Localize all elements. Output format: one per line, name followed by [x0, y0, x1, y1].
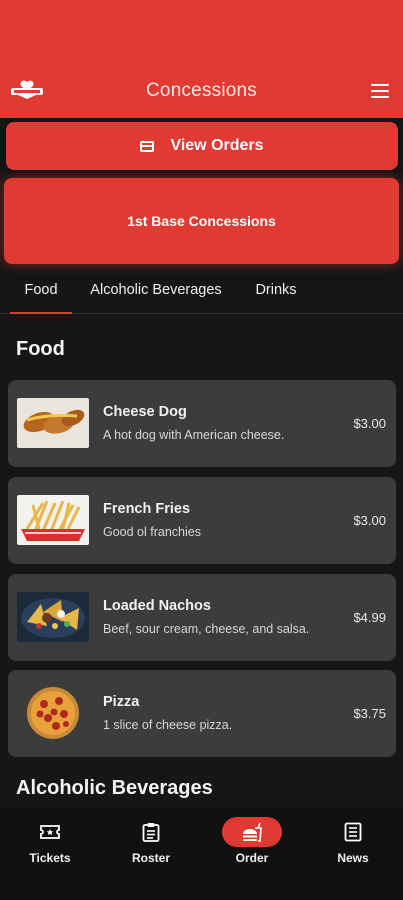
fastfood-icon: [222, 817, 282, 847]
nav-label: Roster: [131, 851, 170, 865]
newspaper-icon: [323, 817, 383, 847]
item-name: Pizza: [103, 694, 140, 710]
nav-label: Order: [235, 851, 269, 865]
item-description: 1 slice of cheese pizza.: [103, 718, 233, 732]
french-fries-image: [17, 495, 89, 545]
item-description: Beef, sour cream, cheese, and salsa.: [103, 622, 310, 636]
nav-label: Tickets: [29, 851, 71, 865]
menu-item-french-fries[interactable]: French Fries Good ol franchies $3.00: [8, 477, 396, 564]
view-orders-button[interactable]: View Orders: [6, 122, 398, 170]
nav-tickets[interactable]: Tickets: [0, 808, 100, 900]
view-orders-label: View Orders: [170, 137, 264, 154]
loaded-nachos-image: [17, 592, 89, 642]
item-description: A hot dog with American cheese.: [103, 428, 285, 442]
menu-item-cheese-dog[interactable]: Cheese Dog A hot dog with American chees…: [8, 380, 396, 467]
category-tabs: Food Alcoholic Beverages Drinks: [0, 270, 403, 314]
hamburger-menu-icon[interactable]: [371, 84, 389, 98]
page-title: Concessions: [146, 80, 257, 101]
item-description: Good ol franchies: [103, 525, 201, 539]
cheese-dog-image: [17, 398, 89, 448]
credit-card-icon: [140, 140, 155, 152]
clipboard-icon: [121, 817, 181, 847]
ticket-icon: [20, 817, 80, 847]
tab-drinks[interactable]: Drinks: [246, 270, 306, 314]
bottom-navigation: Tickets Roster Order News: [0, 808, 403, 900]
app-header: Concessions: [0, 0, 403, 118]
item-price: $3.00: [353, 416, 386, 431]
nav-news[interactable]: News: [303, 808, 403, 900]
section-title-alcoholic-beverages: Alcoholic Beverages: [16, 777, 213, 799]
item-price: $4.99: [353, 610, 386, 625]
menu-item-loaded-nachos[interactable]: Loaded Nachos Beef, sour cream, cheese, …: [8, 574, 396, 661]
tab-food[interactable]: Food: [10, 270, 72, 314]
concession-stand-card[interactable]: 1st Base Concessions: [4, 178, 399, 264]
pizza-image: [26, 686, 80, 740]
item-price: $3.00: [353, 513, 386, 528]
nav-roster[interactable]: Roster: [101, 808, 201, 900]
item-name: French Fries: [103, 501, 191, 517]
section-title-food: Food: [16, 338, 65, 360]
item-name: Cheese Dog: [103, 404, 187, 420]
item-name: Loaded Nachos: [103, 598, 211, 614]
nav-order[interactable]: Order: [202, 808, 302, 900]
tab-alcoholic-beverages[interactable]: Alcoholic Beverages: [80, 270, 232, 314]
menu-item-pizza[interactable]: Pizza 1 slice of cheese pizza. $3.75: [8, 670, 396, 757]
stand-name: 1st Base Concessions: [127, 213, 276, 229]
item-price: $3.75: [353, 706, 386, 721]
nav-label: News: [337, 851, 369, 865]
